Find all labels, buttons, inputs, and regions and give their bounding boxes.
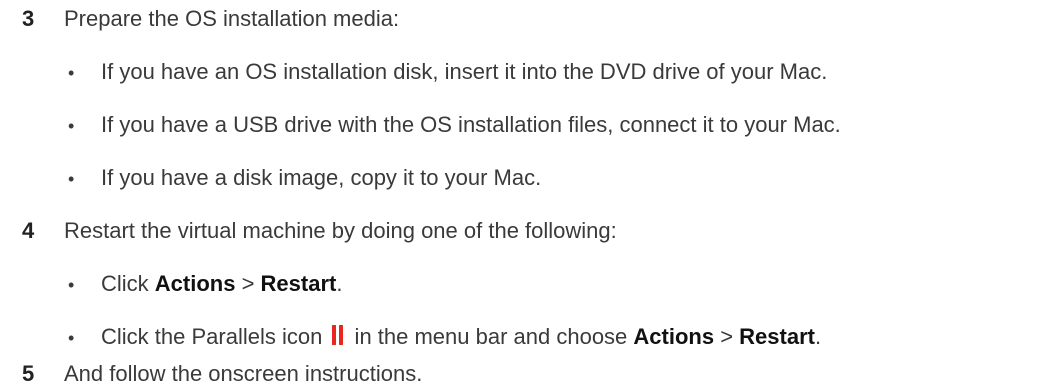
menu-separator: > xyxy=(235,271,261,296)
text-suffix: . xyxy=(814,324,822,349)
menu-separator: > xyxy=(714,324,740,349)
step-text: Restart the virtual machine by doing one… xyxy=(64,218,617,243)
bullet-glyph: • xyxy=(68,116,75,136)
step-text: Prepare the OS installation media: xyxy=(64,6,400,31)
text-prefix: Click the Parallels icon xyxy=(101,324,329,349)
step-number: 5 xyxy=(22,361,35,386)
parallels-icon xyxy=(332,325,344,345)
bullet-text: Click Actions > Restart. xyxy=(101,271,342,297)
bullet-text: If you have a disk image, copy it to you… xyxy=(101,165,542,190)
menu-name: Actions xyxy=(154,271,236,296)
step-text: And follow the onscreen instructions. xyxy=(64,361,423,386)
text-middle: in the menu bar and choose xyxy=(348,324,634,349)
menu-item-name: Restart xyxy=(739,324,815,349)
bullet-glyph: • xyxy=(68,169,75,189)
text-suffix: . xyxy=(336,271,343,296)
bullet-text: If you have a USB drive with the OS inst… xyxy=(101,112,841,137)
step-number: 4 xyxy=(22,218,35,243)
bullet-glyph: • xyxy=(68,328,75,348)
menu-name: Actions xyxy=(633,324,715,349)
bullet-text: If you have an OS installation disk, ins… xyxy=(101,59,828,84)
text-prefix: Click xyxy=(101,271,155,296)
bullet-glyph: • xyxy=(68,275,75,295)
menu-item-name: Restart xyxy=(260,271,337,296)
bullet-glyph: • xyxy=(68,63,75,83)
bullet-text: Click the Parallels icon in the menu bar… xyxy=(101,324,821,350)
step-number: 3 xyxy=(22,6,35,31)
